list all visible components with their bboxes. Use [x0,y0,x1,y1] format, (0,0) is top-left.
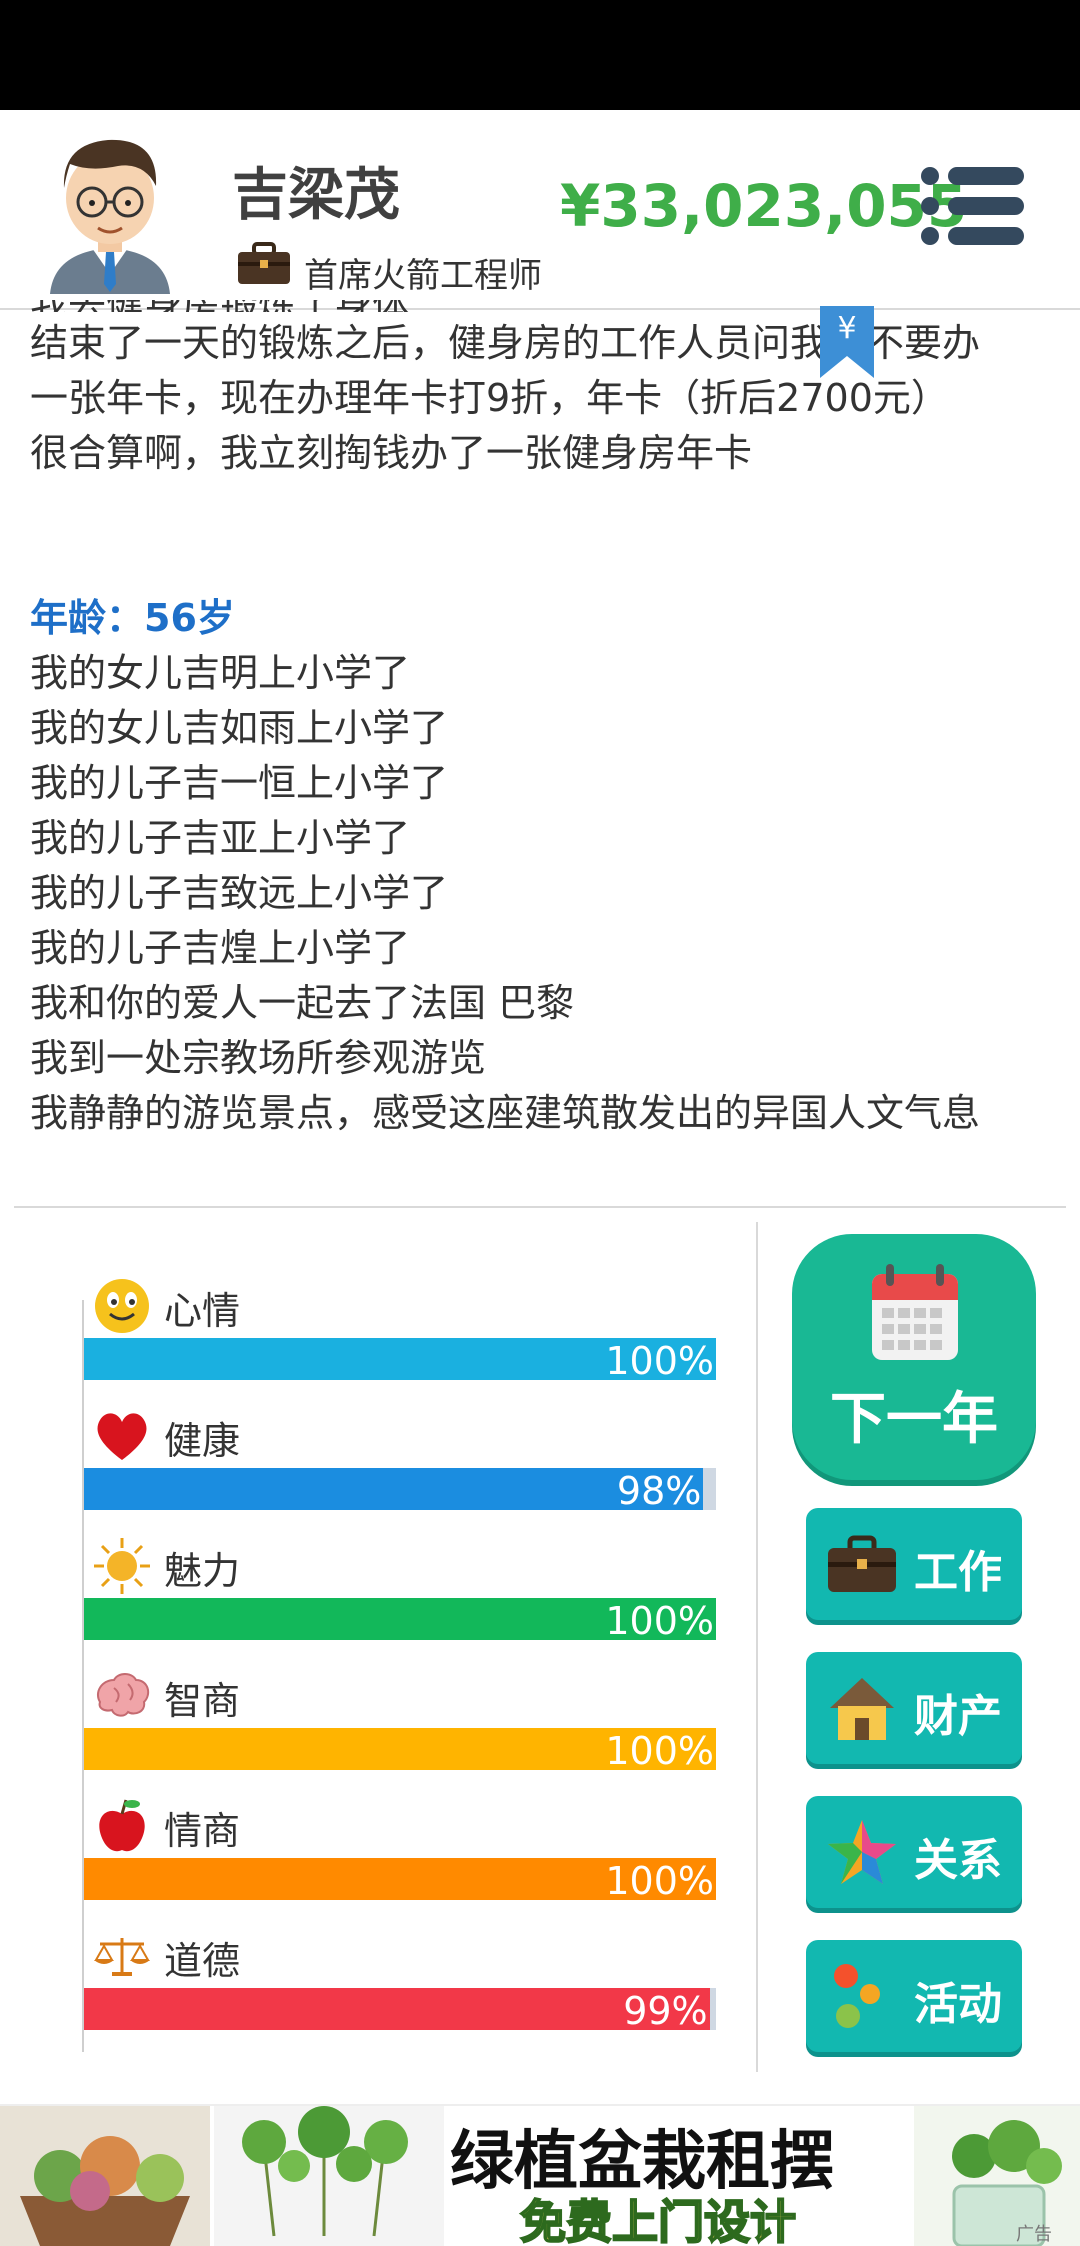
briefcase-icon [828,1535,896,1592]
life-log[interactable]: 我去健身房锻炼了身体 结束了一天的锻炼之后，健身房的工作人员问我要不要办 一张年… [30,300,1050,1190]
log-line: 我的女儿吉明上小学了 [30,651,411,695]
player-name: 吉梁茂 [232,163,400,228]
status-bar [0,0,1080,110]
log-line: 我的儿子吉煌上小学了 [30,926,411,970]
stat-percent: 99% [623,1989,708,2033]
log-line: 我的儿子吉亚上小学了 [30,816,411,860]
stat-percent: 100% [605,1859,714,1903]
next-year-button[interactable]: 下一年 [792,1234,1036,1480]
next-year-label: 下一年 [830,1387,998,1452]
property-label: 财产 [914,1691,1002,1742]
stat-bar: 100% [84,1598,716,1643]
ad-subtitle: 免费上门设计 [519,2194,797,2246]
stat-label: 道德 [164,1939,241,1983]
house-icon [830,1678,894,1740]
stat-percent: 100% [605,1599,714,1643]
age-heading: 年龄：56岁 [30,596,235,640]
apple-icon [92,1796,152,1856]
stat-2: 魅力 100% [84,1532,716,1652]
stat-bar: 100% [84,1728,716,1773]
stat-5: 道德 99% [84,1922,716,2042]
briefcase-icon [238,242,290,284]
stat-label: 健康 [164,1419,241,1463]
bookmark-icon[interactable]: ¥ [820,306,874,378]
stat-bar: 98% [84,1468,716,1513]
log-line: 我到一处宗教场所参观游览 [30,1036,487,1080]
stat-percent: 100% [605,1339,714,1383]
stat-percent: 100% [605,1729,714,1773]
log-line: 我静静的游览景点，感受这座建筑散发出的异国人文气息 [30,1091,981,1135]
stat-bar-fill: 100% [84,1728,716,1773]
star-icon [828,1820,896,1884]
stat-label: 智商 [164,1679,241,1723]
money-balance: ¥33,023,055 [560,172,968,240]
ad-banner[interactable]: 绿植盆栽租摆 免费上门设计 广告 [0,2104,1080,2246]
stat-bar-fill: 98% [84,1468,704,1513]
stat-bar-fill: 99% [84,1988,710,2033]
stat-3: 智商 100% [84,1662,716,1782]
activity-label: 活动 [914,1979,1002,2030]
property-button[interactable]: 财产 [806,1652,1022,1764]
potted-plant-image [914,2106,1080,2246]
heart-icon [92,1406,152,1466]
job-title: 首席火箭工程师 [304,256,542,296]
smiley-icon [92,1276,152,1336]
log-line: 我的儿子吉致远上小学了 [30,871,449,915]
stat-bar: 100% [84,1858,716,1903]
log-line: 我和你的爱人一起去了法国 巴黎 [30,981,575,1025]
stat-0: 心情 100% [84,1272,716,1392]
sun-icon [92,1536,152,1596]
log-line-cut: 我去健身房锻炼了身体 [30,300,1050,312]
svg-text:¥: ¥ [837,311,856,346]
stat-label: 情商 [164,1809,241,1853]
log-line: 我的女儿吉如雨上小学了 [30,706,449,750]
plant-image [214,2106,444,2246]
stat-percent: 98% [616,1469,702,1513]
stat-bar-fill: 100% [84,1598,716,1643]
brain-icon [92,1666,152,1726]
activity-icon [834,1964,880,2028]
work-button[interactable]: 工作 [806,1508,1022,1620]
relations-button[interactable]: 关系 [806,1796,1022,1908]
stat-bar-fill: 100% [84,1338,716,1383]
log-line: 我的儿子吉一恒上小学了 [30,761,449,805]
work-label: 工作 [914,1547,1002,1598]
stat-4: 情商 100% [84,1792,716,1912]
panel-divider [756,1222,758,2072]
stat-label: 魅力 [164,1549,241,1593]
calendar-icon [872,1264,958,1360]
log-line: 结束了一天的锻炼之后，健身房的工作人员问我要不要办 [30,321,981,365]
menu-icon[interactable] [920,166,1024,246]
stat-bar-fill: 100% [84,1858,716,1903]
activity-button[interactable]: 活动 [806,1940,1022,2052]
stat-label: 心情 [164,1289,241,1333]
stat-bar: 99% [84,1988,716,2033]
stat-1: 健康 98% [84,1402,716,1522]
section-divider [14,1206,1066,1208]
scales-icon [92,1926,152,1986]
log-line: 一张年卡，现在办理年卡打9折，年卡（折后2700元） [30,376,949,420]
avatar[interactable] [40,124,180,294]
succulent-image [0,2106,210,2246]
header: 吉梁茂 首席火箭工程师 ¥33,023,055 [0,110,1080,310]
stat-bar: 100% [84,1338,716,1383]
log-line: 很合算啊，我立刻掏钱办了一张健身房年卡 [30,431,753,475]
relations-label: 关系 [914,1835,1002,1886]
ad-label: 广告 [1016,2224,1052,2245]
